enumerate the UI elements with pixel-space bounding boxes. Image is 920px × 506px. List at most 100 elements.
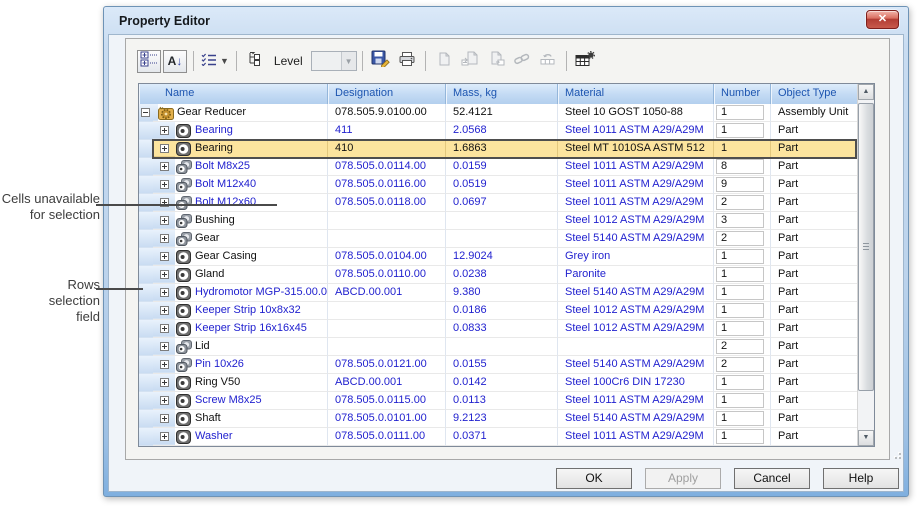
expand-icon[interactable] [160, 234, 169, 243]
table-row[interactable]: Gland078.505.0.0110.000.0238Paronite1Par… [139, 266, 857, 284]
cell-object-type[interactable]: Part [771, 410, 857, 428]
cell-material[interactable]: Steel 5140 ASTM A29/A29M [558, 356, 714, 374]
number-input[interactable]: 1 [716, 321, 764, 336]
cell-name[interactable]: Shaft [153, 410, 328, 428]
cell-name[interactable]: Gear Casing [153, 248, 328, 266]
cell-object-type[interactable]: Part [771, 338, 857, 356]
table-row[interactable]: Gear Casing078.505.0.0104.0012.9024Grey … [139, 248, 857, 266]
cell-name[interactable]: Bearing [153, 140, 328, 158]
vertical-scrollbar[interactable]: ▲ ▼ [857, 84, 874, 446]
number-input[interactable]: 9 [716, 177, 764, 192]
number-input[interactable]: 1 [716, 285, 764, 300]
cell-name[interactable]: Bolt M8x25 [153, 158, 328, 176]
cell-name[interactable]: Bushing [153, 212, 328, 230]
number-input[interactable]: 1 [716, 123, 764, 138]
cell-material[interactable]: Steel 1011 ASTM A29/A29M [558, 122, 714, 140]
cancel-button[interactable]: Cancel [734, 468, 810, 489]
expand-icon[interactable] [160, 414, 169, 423]
tree-structure-button[interactable] [137, 50, 161, 73]
cell-material[interactable]: Steel 1011 ASTM A29/A29M [558, 428, 714, 446]
table-row[interactable]: Lid2Part [139, 338, 857, 356]
cell-mass[interactable]: 9.380 [446, 284, 558, 302]
cell-material[interactable]: Paronite [558, 266, 714, 284]
print-button[interactable] [395, 50, 419, 73]
expand-icon[interactable] [160, 432, 169, 441]
cell-designation[interactable]: ABCD.00.001 [328, 284, 446, 302]
cell-name[interactable]: Bearing [153, 122, 328, 140]
cell-name[interactable]: Keeper Strip 16x16x45 [153, 320, 328, 338]
cell-material[interactable]: Steel 100Cr6 DIN 17230 [558, 374, 714, 392]
expand-icon[interactable] [160, 324, 169, 333]
row-selection-field[interactable] [139, 392, 153, 410]
table-row[interactable]: Bolt M12x40078.505.0.0116.000.0519Steel … [139, 176, 857, 194]
number-input[interactable]: 1 [716, 303, 764, 318]
cell-designation[interactable]: 078.505.0.0115.00 [328, 392, 446, 410]
row-selection-field[interactable] [139, 266, 153, 284]
cell-name[interactable]: Gear [153, 230, 328, 248]
table-settings-button[interactable] [573, 50, 597, 73]
number-input[interactable]: 1 [716, 267, 764, 282]
cell-designation[interactable]: 078.505.0.0104.00 [328, 248, 446, 266]
cell-mass[interactable]: 0.0238 [446, 266, 558, 284]
cell-material[interactable] [558, 338, 714, 356]
cell-material[interactable]: Steel 1011 ASTM A29/A29M [558, 158, 714, 176]
table-row[interactable]: Keeper Strip 16x16x45 0.0833Steel 1012 AS… [139, 320, 857, 338]
cell-designation[interactable]: 078.505.0.0121.00 [328, 356, 446, 374]
cell-object-type[interactable]: Part [771, 194, 857, 212]
cell-designation[interactable] [328, 212, 446, 230]
table-row[interactable]: Gear Reducer078.505.9.0100.0052.4121Stee… [139, 104, 857, 122]
cell-object-type[interactable]: Part [771, 122, 857, 140]
table-row[interactable]: BushingSteel 1012 ASTM A29/A29M3Part [139, 212, 857, 230]
cell-material[interactable]: Steel 1012 ASTM A29/A29M [558, 320, 714, 338]
cell-object-type[interactable]: Part [771, 284, 857, 302]
row-selection-field[interactable] [139, 230, 153, 248]
cell-name[interactable]: Pin 10x26 [153, 356, 328, 374]
row-selection-field[interactable] [139, 320, 153, 338]
expand-icon[interactable] [160, 270, 169, 279]
cell-name[interactable]: Ring V50 [153, 374, 328, 392]
row-selection-field[interactable] [139, 104, 153, 122]
expand-icon[interactable] [160, 288, 169, 297]
row-selection-field[interactable] [139, 428, 153, 446]
row-selection-field[interactable] [139, 248, 153, 266]
row-selection-field[interactable] [139, 410, 153, 428]
row-selection-field[interactable] [139, 140, 153, 158]
expand-icon[interactable] [160, 162, 169, 171]
cell-mass[interactable]: 2.0568 [446, 122, 558, 140]
cell-material[interactable]: Steel 5140 ASTM A29/A29M [558, 284, 714, 302]
number-input[interactable]: 3 [716, 213, 764, 228]
title-bar[interactable]: Property Editor [104, 7, 908, 34]
cell-object-type[interactable]: Part [771, 392, 857, 410]
cell-object-type[interactable]: Part [771, 248, 857, 266]
cell-designation[interactable] [328, 338, 446, 356]
cell-object-type[interactable]: Part [771, 374, 857, 392]
cell-designation[interactable] [328, 320, 446, 338]
number-input[interactable]: 2 [716, 195, 764, 210]
scroll-up-button[interactable]: ▲ [858, 84, 874, 100]
cell-material[interactable]: Steel 10 GOST 1050-88 [558, 104, 714, 122]
cell-material[interactable]: Steel 5140 ASTM A29/A29M [558, 410, 714, 428]
table-row[interactable]: Keeper Strip 10x8x320.0186Steel 1012 AST… [139, 302, 857, 320]
row-selection-field[interactable] [139, 284, 153, 302]
cell-mass[interactable]: 12.9024 [446, 248, 558, 266]
expand-icon[interactable] [160, 216, 169, 225]
cell-mass[interactable]: 0.0113 [446, 392, 558, 410]
cell-designation[interactable]: 078.505.0.0111.00 [328, 428, 446, 446]
cell-mass[interactable]: 0.0833 [446, 320, 558, 338]
scroll-down-button[interactable]: ▼ [858, 430, 874, 446]
cell-name[interactable]: Lid [153, 338, 328, 356]
cell-designation[interactable]: ABCD.00.001 [328, 374, 446, 392]
save-button[interactable] [369, 50, 393, 73]
column-visibility-button[interactable]: ▼ [200, 50, 230, 73]
number-input[interactable]: 1 [716, 393, 764, 408]
cell-mass[interactable]: 0.0155 [446, 356, 558, 374]
table-row[interactable]: Ring V50ABCD.00.0010.0142Steel 100Cr6 DI… [139, 374, 857, 392]
table-row[interactable]: Bolt M8x25078.505.0.0114.000.0159Steel 1… [139, 158, 857, 176]
expand-icon[interactable] [160, 306, 169, 315]
column-header-number[interactable]: Number [714, 84, 771, 104]
cell-name[interactable]: Keeper Strip 10x8x32 [153, 302, 328, 320]
cell-material[interactable]: Steel 1011 ASTM A29/A29M [558, 194, 714, 212]
table-row[interactable]: Shaft078.505.0.0101.009.2123Steel 5140 A… [139, 410, 857, 428]
cell-material[interactable]: Steel MT 1010SA ASTM 512 [558, 140, 714, 158]
cell-material[interactable]: Grey iron [558, 248, 714, 266]
